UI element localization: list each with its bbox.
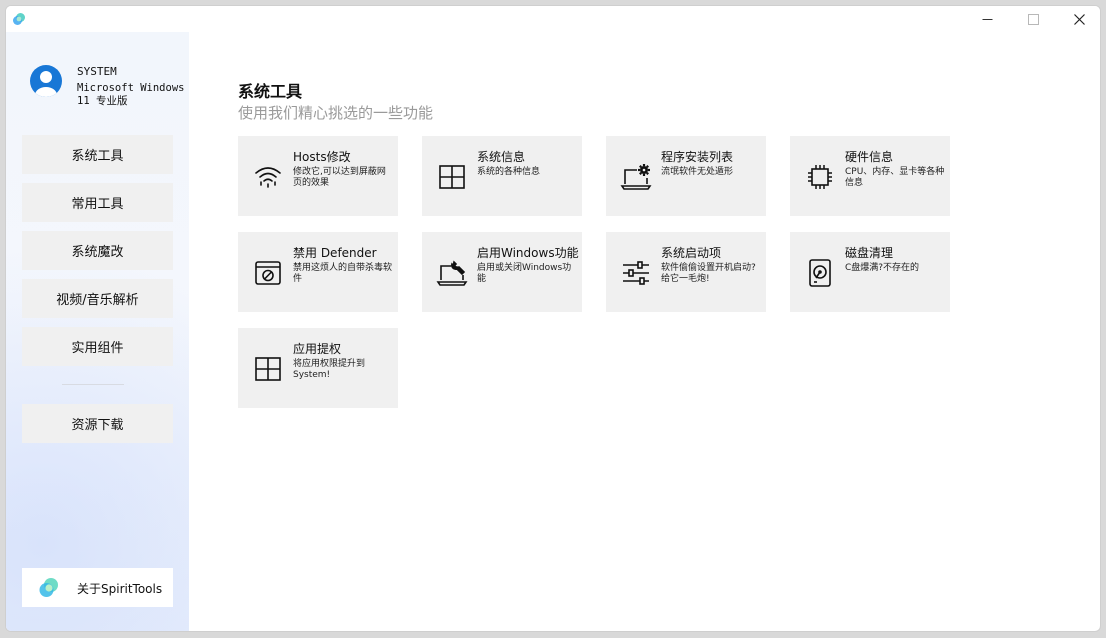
card-desc: 软件偷偷设置开机启动?给它一毛炮! — [661, 263, 756, 284]
laptop-wrench-icon — [436, 260, 468, 286]
card-desc: 流氓软件无处遁形 — [661, 167, 734, 177]
app-window: SYSTEM Microsoft Windows 11 专业版 系统工具 常用工… — [5, 5, 1101, 632]
app-logo-icon — [13, 13, 25, 25]
card-title: 硬件信息 — [845, 150, 894, 164]
card-desc: 系统的各种信息 — [477, 167, 541, 177]
user-os: Microsoft Windows 11 专业版 — [77, 82, 185, 107]
card-desc: 禁用这烦人的自带杀毒软件 — [293, 263, 393, 284]
nav-system-mods[interactable]: 系统魔改 — [22, 231, 173, 270]
card-title: 应用提权 — [293, 342, 342, 356]
user-name: SYSTEM — [77, 65, 117, 78]
card-disable-defender[interactable]: 禁用 Defender 禁用这烦人的自带杀毒软件 — [238, 232, 398, 312]
nav-resource-download[interactable]: 资源下载 — [22, 404, 173, 443]
card-title: 系统信息 — [477, 150, 526, 164]
about-button[interactable]: 关于SpiritTools — [22, 568, 173, 607]
windows-logo-icon — [439, 165, 465, 189]
minimize-button[interactable] — [964, 6, 1010, 32]
about-label: 关于SpiritTools — [77, 582, 163, 596]
card-disk-cleanup[interactable]: 磁盘清理 C盘爆满?不存在的 — [790, 232, 950, 312]
card-hardware-info[interactable]: 硬件信息 CPU、内存、显卡等各种信息 — [790, 136, 950, 216]
card-app-elevation[interactable]: 应用提权 将应用权限提升到System! — [238, 328, 398, 408]
minimize-icon — [982, 18, 992, 20]
card-windows-features[interactable]: 启用Windows功能 启用或关闭Windows功能 — [422, 232, 582, 312]
nav-video-music-parse[interactable]: 视频/音乐解析 — [22, 279, 173, 318]
laptop-gear-icon — [620, 164, 652, 190]
nav-divider — [62, 384, 124, 385]
windows-logo-icon — [255, 357, 281, 381]
card-title: Hosts修改 — [293, 150, 351, 164]
disk-icon — [809, 259, 831, 287]
window-block-icon — [255, 261, 281, 285]
card-desc: CPU、内存、显卡等各种信息 — [845, 167, 945, 188]
card-title: 程序安装列表 — [661, 150, 734, 164]
card-title: 系统启动项 — [661, 246, 722, 260]
chip-icon — [808, 165, 832, 189]
card-title: 磁盘清理 — [845, 246, 894, 260]
close-button[interactable] — [1056, 6, 1100, 32]
user-avatar-icon — [30, 65, 62, 97]
page-title: 系统工具 — [238, 82, 303, 101]
card-desc: 将应用权限提升到System! — [293, 359, 366, 380]
card-hosts-edit[interactable]: Hosts修改 修改它,可以达到屏蔽网页的效果 — [238, 136, 398, 216]
title-bar[interactable] — [6, 6, 1100, 32]
card-desc: 启用或关闭Windows功能 — [477, 263, 572, 284]
page-subtitle: 使用我们精心挑选的一些功能 — [238, 104, 434, 122]
maximize-icon — [1027, 13, 1039, 25]
card-desc: C盘爆满?不存在的 — [845, 263, 920, 273]
nav-common-tools[interactable]: 常用工具 — [22, 183, 173, 222]
sidebar: SYSTEM Microsoft Windows 11 专业版 系统工具 常用工… — [6, 32, 189, 631]
maximize-button[interactable] — [1010, 6, 1056, 32]
spirittools-logo-icon — [39, 578, 58, 597]
close-icon — [1073, 13, 1085, 25]
card-title: 禁用 Defender — [293, 246, 377, 260]
nav-system-tools[interactable]: 系统工具 — [22, 135, 173, 174]
wifi-signal-icon — [255, 167, 281, 188]
card-title: 启用Windows功能 — [477, 246, 579, 260]
card-startup-items[interactable]: 系统启动项 软件偷偷设置开机启动?给它一毛炮! — [606, 232, 766, 312]
card-installed-programs[interactable]: 程序安装列表 流氓软件无处遁形 — [606, 136, 766, 216]
nav-utility-components[interactable]: 实用组件 — [22, 327, 173, 366]
sliders-icon — [623, 261, 649, 285]
card-system-info[interactable]: 系统信息 系统的各种信息 — [422, 136, 582, 216]
card-desc: 修改它,可以达到屏蔽网页的效果 — [293, 167, 386, 188]
